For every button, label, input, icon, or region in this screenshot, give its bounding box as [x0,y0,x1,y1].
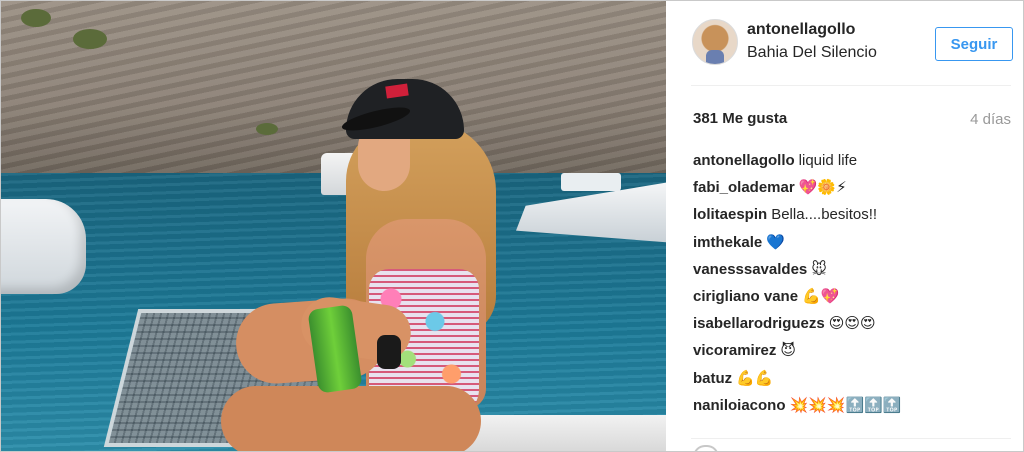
comment-username[interactable]: batuz [693,370,732,387]
comment-item: lolitaespin Bella....besitos!! [693,206,1011,233]
comment-item: imthekale 💙 [693,234,1011,261]
comment-item: cirigliano vane 💪💖 [693,288,1011,315]
shrub [73,29,107,49]
comment-item: naniloiacono 💥💥💥🔝🔝🔝 [693,397,1011,424]
comment-text: 🐭 [811,260,827,278]
comment-username[interactable]: vanesssavaldes [693,261,807,278]
comment-text: 💖🌼⚡ [798,179,847,197]
heart-icon[interactable] [693,445,719,451]
left-boat [1,199,86,294]
comment-text: 💪💪 [736,369,774,387]
person-leg [221,386,481,451]
comment-username[interactable]: antonellagollo [693,152,795,169]
comment-username[interactable]: imthekale [693,234,762,251]
shrub [256,123,278,135]
comment-item: isabellarodriguezs 😍😍😍 [693,315,1011,342]
comment-text: 💙 [766,233,785,251]
post-location[interactable]: Bahia Del Silencio [747,44,877,62]
comments-list: antonellagollo liquid life fabi_olademar 💖… [693,152,1011,424]
avatar[interactable] [692,19,738,65]
post-photo[interactable] [1,1,666,451]
right-boat-cabin [561,173,621,191]
comment-item: vicoramirez 😈 [693,342,1011,369]
follow-button[interactable]: Seguir [935,27,1013,61]
comment-username[interactable]: isabellarodriguezs [693,315,825,332]
instagram-post-window: antonellagollo Bahia Del Silencio Seguir… [0,0,1024,452]
comment-text: Bella....besitos!! [771,206,878,224]
likes-count[interactable]: 381 Me gusta [693,110,787,127]
comment-item: batuz 💪💪 [693,370,1011,397]
comment-item: vanesssavaldes 🐭 [693,261,1011,288]
comment-username[interactable]: naniloiacono [693,397,786,414]
comment-item: fabi_olademar 💖🌼⚡ [693,179,1011,206]
comment-text: liquid life [798,152,858,169]
comment-item: antonellagollo liquid life [693,152,1011,179]
post-side-panel: antonellagollo Bahia Del Silencio Seguir… [667,1,1023,451]
post-username[interactable]: antonellagollo [747,21,855,39]
comment-username[interactable]: fabi_olademar [693,179,795,196]
header-divider [691,85,1011,86]
wrist-watch [377,335,401,369]
comment-username[interactable]: vicoramirez [693,342,776,359]
shrub [21,9,51,27]
comment-username[interactable]: cirigliano vane [693,288,798,305]
comment-text: 😍😍😍 [828,315,876,333]
actions-divider [691,438,1011,439]
post-timestamp[interactable]: 4 días [970,111,1011,128]
cliff-background [1,1,666,176]
comment-text: 💥💥💥🔝🔝🔝 [789,396,902,414]
comment-text: 😈 [780,342,797,360]
comment-username[interactable]: lolitaespin [693,206,767,223]
comment-text: 💪💖 [802,287,840,305]
